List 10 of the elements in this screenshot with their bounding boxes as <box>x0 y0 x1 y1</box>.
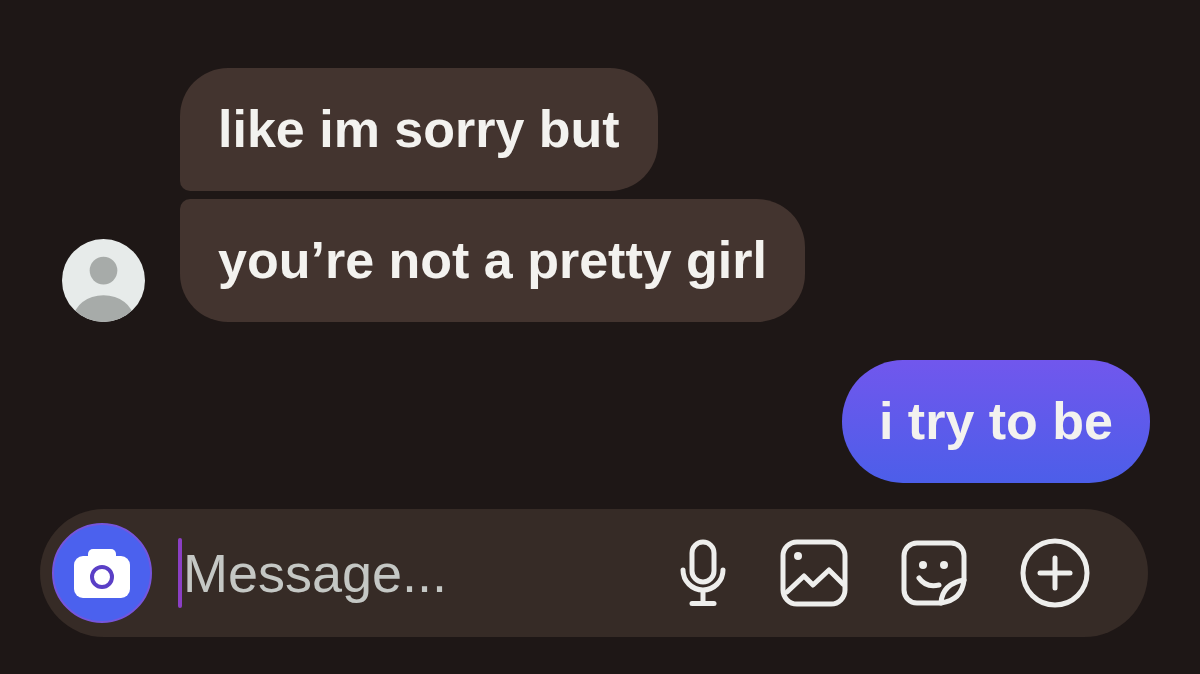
message-text: i try to be <box>878 391 1113 452</box>
message-input[interactable]: Message... <box>183 538 679 608</box>
camera-icon <box>74 548 130 598</box>
sticker-icon[interactable] <box>901 540 967 606</box>
message-text: like im sorry but <box>218 99 620 160</box>
microphone-icon[interactable] <box>679 539 727 607</box>
image-icon[interactable] <box>780 539 848 607</box>
message-text: you’re not a pretty girl <box>218 230 767 291</box>
avatar-icon <box>62 239 145 322</box>
add-icon[interactable] <box>1020 538 1090 608</box>
